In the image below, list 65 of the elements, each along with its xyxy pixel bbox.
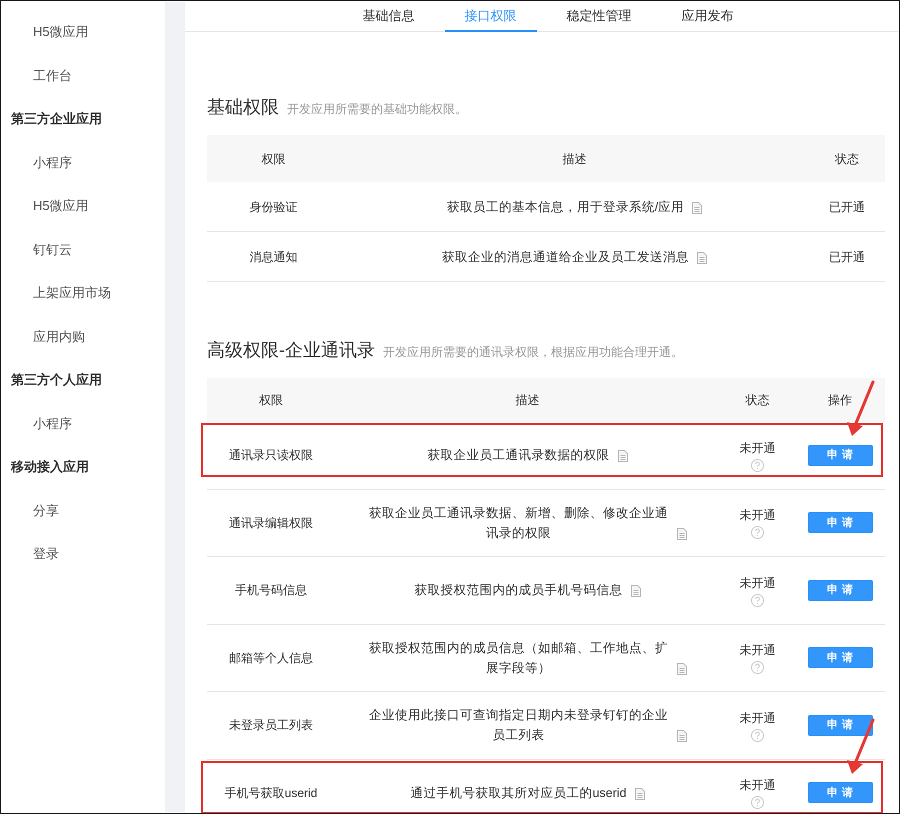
help-icon[interactable] [751, 526, 764, 540]
table-cell-text: 获取员工的基本信息，用于登录系统/应用 [446, 198, 684, 216]
document-icon[interactable] [676, 528, 686, 540]
document-icon[interactable] [618, 450, 628, 462]
status-text: 已开通 [829, 198, 865, 216]
section-title: 基础权限 [207, 96, 279, 119]
document-icon[interactable] [676, 662, 686, 675]
table-cell-text: 获取企业员工通讯录数据的权限 [428, 447, 610, 464]
column-header: 状态 [835, 150, 859, 168]
sidebar-item[interactable]: 分享 [1, 488, 165, 532]
table-cell-text: 身份验证 [250, 198, 298, 216]
sidebar-group-label[interactable]: 移动接入应用 [1, 445, 165, 488]
column-header: 状态 [746, 392, 770, 409]
sidebar-item[interactable]: H5微应用 [1, 10, 165, 54]
sidebar-item[interactable]: 工作台 [1, 54, 165, 97]
document-icon[interactable] [692, 202, 702, 214]
status-text: 未开通 [740, 440, 776, 457]
table-cell-text: 获取企业员工通讯录数据、新增、删除、修改企业通讯录的权限 [368, 504, 668, 542]
column-header: 描述 [562, 150, 586, 168]
status-text: 未开通 [740, 777, 776, 794]
status-text: 未开通 [740, 574, 776, 592]
sidebar-group-label[interactable]: 第三方企业应用 [1, 97, 165, 140]
help-icon[interactable] [751, 661, 764, 674]
help-icon[interactable] [751, 458, 764, 472]
section-title: 高级权限-企业通讯录 [207, 339, 375, 362]
status-text: 未开通 [740, 507, 776, 524]
table-cell-text: 手机号获取userid [224, 784, 318, 802]
table-cell-text: 获取授权范围内的成员信息（如邮箱、工作地点、扩展字段等） [368, 640, 668, 677]
column-header: 权限 [262, 150, 286, 168]
table-cell-text: 获取企业的消息通道给企业及员工发送消息 [442, 248, 689, 266]
sidebar-item[interactable]: 小程序 [1, 402, 165, 445]
document-icon[interactable] [676, 730, 686, 742]
table-cell-text: 通讯录只读权限 [229, 447, 313, 464]
help-icon[interactable] [751, 594, 764, 607]
sidebar-item[interactable]: 小程序 [1, 140, 165, 184]
help-icon[interactable] [751, 728, 764, 742]
table-cell-text: 手机号码信息 [235, 582, 307, 600]
document-icon[interactable] [634, 788, 645, 800]
column-header: 描述 [516, 392, 540, 409]
column-header: 操作 [828, 392, 852, 409]
section-subtitle: 开发应用所需要的通讯录权限，根据应用功能合理开通。 [383, 344, 683, 361]
sidebar-item[interactable]: 钉钉云 [1, 228, 165, 271]
tab[interactable]: 基础信息 [342, 1, 434, 32]
tab[interactable]: 稳定性管理 [546, 1, 652, 32]
sidebar-group-label[interactable]: 第三方个人应用 [1, 358, 165, 402]
section-subtitle: 开发应用所需要的基础功能权限。 [287, 101, 467, 118]
tab[interactable]: 应用发布 [662, 1, 754, 32]
table-cell-text: 获取授权范围内的成员手机号码信息 [414, 582, 622, 600]
sidebar-item[interactable]: 上架应用市场 [1, 271, 165, 314]
status-text: 未开通 [740, 710, 776, 727]
table-cell-text: 通过手机号获取其所对应员工的userid [410, 784, 627, 802]
sidebar-item[interactable]: 登录 [1, 532, 165, 576]
document-icon[interactable] [630, 585, 640, 598]
table-cell-text: 企业使用此接口可查询指定日期内未登录钉钉的企业员工列表 [368, 707, 668, 744]
status-text: 未开通 [740, 642, 776, 660]
sidebar-item[interactable]: 应用内购 [1, 314, 165, 358]
help-icon[interactable] [751, 796, 764, 810]
sidebar-item[interactable]: H5微应用 [1, 184, 165, 228]
table-cell-text: 消息通知 [250, 248, 298, 266]
column-header: 权限 [259, 392, 283, 409]
status-text: 已开通 [829, 248, 865, 266]
document-icon[interactable] [697, 252, 707, 264]
table-cell-text: 未登录员工列表 [229, 717, 313, 734]
table-cell-text: 通讯录编辑权限 [229, 514, 313, 532]
table-cell-text: 邮箱等个人信息 [229, 650, 313, 667]
